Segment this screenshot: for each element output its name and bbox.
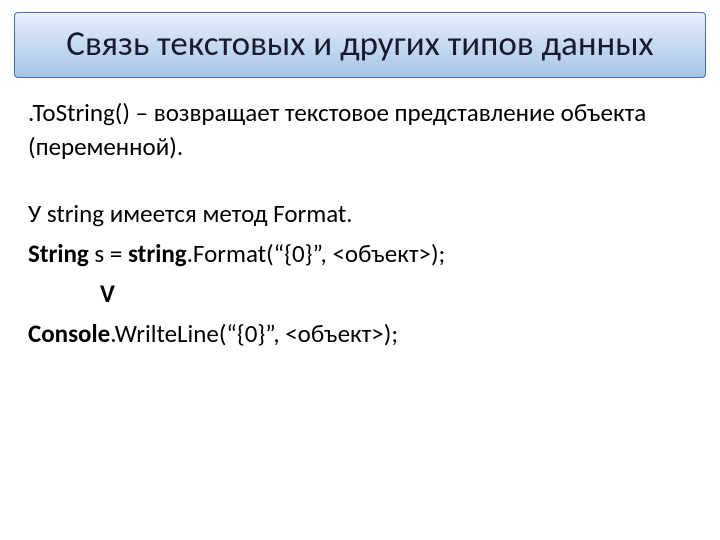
spacer xyxy=(28,169,692,197)
kw-string: string xyxy=(128,238,187,269)
code-line-format: String s = string.Format(“{0}”, <объект>… xyxy=(28,237,692,271)
slide-title: Связь текстовых и других типов данных xyxy=(35,23,685,67)
slide-content: .ToString() – возвращает текстовое предс… xyxy=(14,96,706,351)
slide-title-box: Связь текстовых и других типов данных xyxy=(14,12,706,78)
paragraph-tostring: .ToString() – возвращает текстовое предс… xyxy=(28,96,692,164)
code-text-3: .WrilteLine(“{0}”, <объект>); xyxy=(110,318,398,349)
arrow-down: V xyxy=(28,277,692,311)
kw-string-type: String xyxy=(28,238,89,269)
paragraph-format: У string имеется метод Format. xyxy=(28,197,692,231)
slide: Связь текстовых и других типов данных .T… xyxy=(0,0,720,540)
kw-console: Console xyxy=(28,318,110,349)
code-text-1: s = xyxy=(89,238,128,269)
code-text-2: .Format(“{0}”, <объект>); xyxy=(187,238,446,269)
code-line-console: Console.WrilteLine(“{0}”, <объект>); xyxy=(28,317,692,351)
